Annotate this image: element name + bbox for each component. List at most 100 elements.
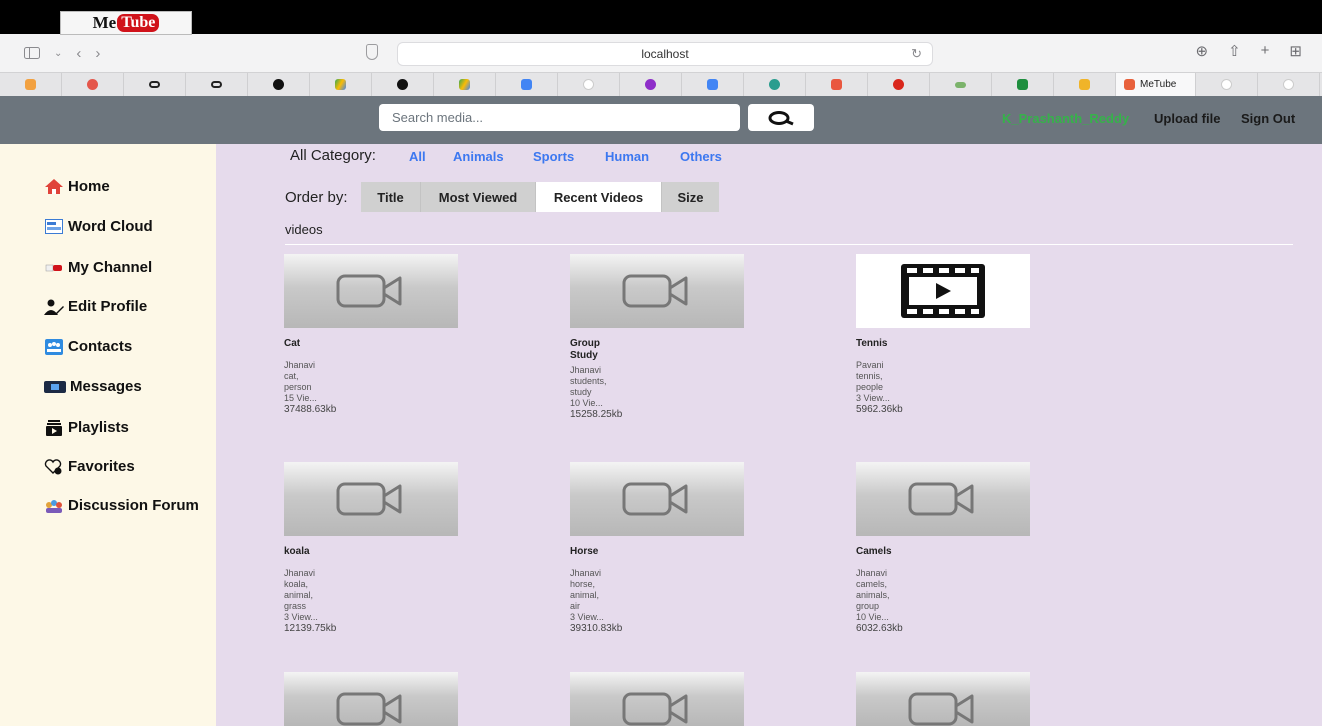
video-card[interactable]: Tennis Pavani tennis, people 3 View... 5…: [856, 254, 1030, 416]
video-title[interactable]: Horse: [570, 546, 744, 558]
tab[interactable]: [310, 72, 372, 97]
search-icon: [768, 110, 794, 125]
tab[interactable]: [0, 72, 62, 97]
new-tab-icon[interactable]: +: [1261, 42, 1270, 60]
metube-logo[interactable]: Me Tube: [60, 11, 192, 35]
video-title[interactable]: Cat: [284, 338, 458, 350]
video-title[interactable]: Group: [570, 338, 744, 350]
video-card[interactable]: Cat Jhanavi cat, person 15 Vie... 37488.…: [284, 254, 458, 416]
video-title[interactable]: koala: [284, 546, 458, 558]
chevron-down-icon[interactable]: ⌄: [54, 48, 62, 59]
sidebar-item-label: Edit Profile: [68, 298, 148, 315]
sidebar-item-favorites[interactable]: Favorites: [44, 458, 135, 475]
video-card[interactable]: koala Jhanavi koala, animal, grass 3 Vie…: [284, 462, 458, 635]
video-author: Jhanavi: [284, 568, 316, 578]
video-thumbnail[interactable]: [570, 462, 744, 536]
video-size: 6032.63kb: [856, 623, 903, 634]
video-thumbnail[interactable]: [284, 672, 458, 726]
video-card[interactable]: Horse Jhanavi horse, animal, air 3 View.…: [570, 462, 744, 635]
video-thumbnail[interactable]: [856, 462, 1030, 536]
github-icon: [273, 79, 284, 90]
reload-icon[interactable]: ↻: [911, 46, 922, 62]
video-title-line2[interactable]: Study: [570, 350, 744, 362]
download-icon[interactable]: ⊕: [1196, 42, 1209, 60]
privacy-shield-icon[interactable]: [366, 44, 378, 60]
tab[interactable]: [1196, 72, 1258, 97]
video-tag: koala,: [284, 579, 309, 589]
order-most-viewed-button[interactable]: Most Viewed: [421, 182, 536, 212]
order-recent-videos-button[interactable]: Recent Videos: [536, 182, 662, 212]
forward-icon[interactable]: ›: [95, 45, 100, 62]
sidebar-item-playlists[interactable]: Playlists: [44, 419, 129, 436]
tab[interactable]: [992, 72, 1054, 97]
video-thumbnail[interactable]: [284, 254, 458, 328]
tab-bar: MeTube: [0, 72, 1322, 97]
sidebar-item-discussion-forum[interactable]: Discussion Forum: [44, 497, 199, 514]
sidebar-toggle-icon[interactable]: [24, 47, 40, 59]
tab[interactable]: [62, 72, 124, 97]
tab[interactable]: [434, 72, 496, 97]
tab[interactable]: [620, 72, 682, 97]
main-content: [216, 144, 1322, 726]
category-human-link[interactable]: Human: [605, 149, 649, 164]
video-card[interactable]: Group Study Jhanavi students, study 10 V…: [570, 254, 744, 421]
video-thumbnail[interactable]: [570, 254, 744, 328]
drive-icon: [459, 79, 470, 90]
video-title[interactable]: Camels: [856, 546, 1030, 558]
tab[interactable]: [930, 72, 992, 97]
sidebar-item-contacts[interactable]: Contacts: [44, 338, 132, 355]
tab[interactable]: [186, 72, 248, 97]
favicon-icon: [831, 79, 842, 90]
video-camera-icon: [336, 274, 402, 308]
video-size: 15258.25kb: [570, 409, 623, 420]
category-sports-link[interactable]: Sports: [533, 149, 574, 164]
sidebar-item-my-channel[interactable]: My Channel: [44, 259, 152, 276]
tab[interactable]: [1258, 72, 1320, 97]
tab-metube[interactable]: MeTube: [1116, 72, 1196, 97]
category-all-link[interactable]: All: [409, 149, 426, 164]
video-thumbnail[interactable]: [570, 672, 744, 726]
sidebar-item-word-cloud[interactable]: Word Cloud: [44, 218, 153, 235]
video-card[interactable]: [570, 672, 744, 726]
sidebar-item-home[interactable]: Home: [44, 178, 110, 195]
order-size-button[interactable]: Size: [662, 182, 719, 212]
search-button[interactable]: [748, 104, 814, 131]
sign-out-link[interactable]: Sign Out: [1241, 111, 1295, 126]
tab[interactable]: [868, 72, 930, 97]
sidebar-item-edit-profile[interactable]: Edit Profile: [44, 298, 147, 315]
tab[interactable]: [1054, 72, 1116, 97]
back-icon[interactable]: ‹: [76, 45, 81, 62]
tab[interactable]: [496, 72, 558, 97]
tab[interactable]: [558, 72, 620, 97]
drive-icon: [335, 79, 346, 90]
tab[interactable]: [124, 72, 186, 97]
video-tag: person: [284, 382, 312, 392]
tab[interactable]: [682, 72, 744, 97]
search-input[interactable]: [379, 104, 740, 131]
messages-icon: [44, 379, 66, 395]
order-title-button[interactable]: Title: [361, 182, 421, 212]
video-title[interactable]: Tennis: [856, 338, 1030, 350]
video-thumbnail[interactable]: [856, 254, 1030, 328]
username-link[interactable]: K_Prashanth_Reddy: [1002, 111, 1129, 126]
metube-favicon-icon: [1124, 79, 1135, 90]
category-animals-link[interactable]: Animals: [453, 149, 504, 164]
tab[interactable]: [806, 72, 868, 97]
video-card[interactable]: [284, 672, 458, 726]
tab[interactable]: [372, 72, 434, 97]
tab[interactable]: [248, 72, 310, 97]
video-card[interactable]: [856, 672, 1030, 726]
upload-file-link[interactable]: Upload file: [1154, 111, 1220, 126]
sidebar-item-messages[interactable]: Messages: [44, 378, 142, 395]
home-icon: [44, 179, 64, 195]
tab-overview-icon[interactable]: ⊞: [1289, 42, 1302, 60]
video-thumbnail[interactable]: [856, 672, 1030, 726]
category-others-link[interactable]: Others: [680, 149, 722, 164]
tab[interactable]: [744, 72, 806, 97]
divider: [285, 244, 1293, 245]
video-thumbnail[interactable]: [284, 462, 458, 536]
share-icon[interactable]: ⇧: [1228, 42, 1241, 60]
address-bar[interactable]: localhost ↻: [397, 42, 933, 66]
video-author: Jhanavi: [570, 568, 602, 578]
video-card[interactable]: Camels Jhanavi camels, animals, group 10…: [856, 462, 1030, 635]
